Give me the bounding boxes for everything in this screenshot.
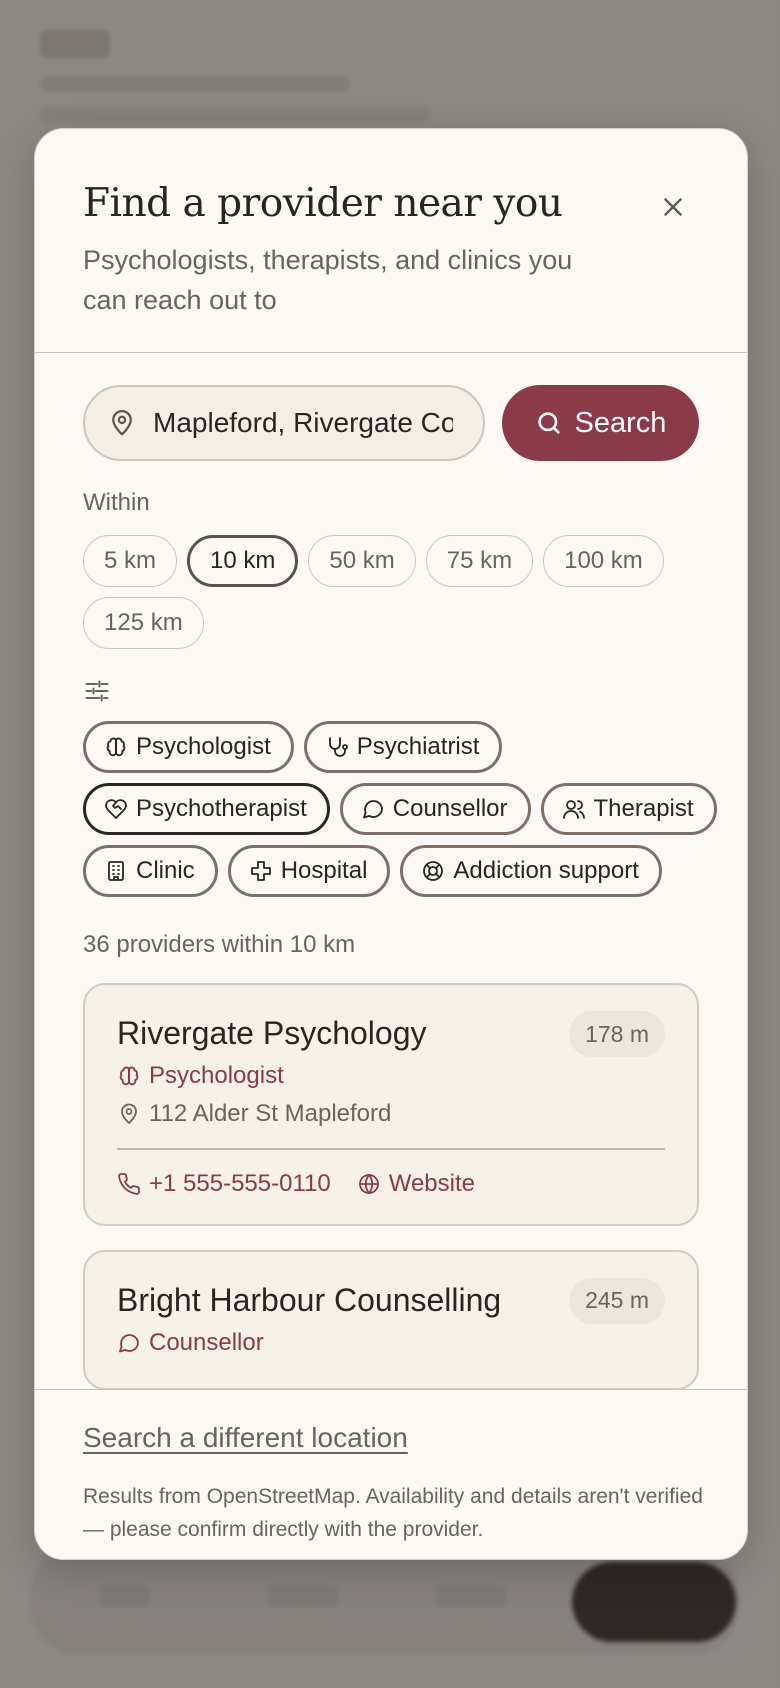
provider-card[interactable]: Bright Harbour Counselling 245 m Counsel… xyxy=(83,1249,699,1390)
type-chip-label: Hospital xyxy=(280,857,368,884)
data-source-note: Results from OpenStreetMap. Availability… xyxy=(83,1485,703,1541)
brain-icon xyxy=(106,737,126,757)
type-chip-hospital[interactable]: Hospital xyxy=(227,845,391,897)
building-icon xyxy=(108,861,124,881)
radius-chip-125[interactable]: 125 km xyxy=(83,597,204,649)
brain-icon xyxy=(119,1066,139,1086)
modal-footer: Search a different location Results from… xyxy=(35,1389,747,1559)
sliders-icon xyxy=(83,677,113,707)
close-button[interactable] xyxy=(655,189,691,225)
card-divider xyxy=(117,1148,665,1150)
message-circle-icon xyxy=(362,800,383,819)
type-chip-label: Therapist xyxy=(593,795,694,822)
life-buoy-icon xyxy=(423,861,444,881)
radius-chip-10[interactable]: 10 km xyxy=(187,535,299,587)
modal-subtitle: Psychologists, therapists, and clinics y… xyxy=(83,245,573,315)
type-chip-label: Psychotherapist xyxy=(136,795,307,822)
distance-badge: 178 m xyxy=(569,1011,665,1057)
provider-type-label: Counsellor xyxy=(149,1328,264,1356)
message-circle-icon xyxy=(119,1333,139,1352)
type-chip-label: Clinic xyxy=(136,857,195,884)
radius-chips: 5 km 10 km 50 km 75 km 100 km 125 km xyxy=(83,535,703,649)
type-chip-clinic[interactable]: Clinic xyxy=(83,845,218,897)
users-icon xyxy=(562,800,585,819)
type-chip-addiction-support[interactable]: Addiction support xyxy=(400,845,662,897)
provider-finder-modal: Find a provider near you Psychologists, … xyxy=(34,128,748,1560)
type-chip-label: Psychologist xyxy=(136,733,271,760)
distance-badge: 245 m xyxy=(569,1277,665,1324)
background-tab xyxy=(436,1585,506,1607)
website-label: Website xyxy=(388,1169,475,1197)
phone-icon xyxy=(118,1172,140,1195)
search-button-label: Search xyxy=(574,406,667,439)
type-chip-psychotherapist[interactable]: Psychotherapist xyxy=(83,783,330,835)
type-chip-label: Addiction support xyxy=(453,857,639,884)
map-pin-icon xyxy=(112,410,132,436)
close-icon xyxy=(664,198,682,216)
search-button[interactable]: Search xyxy=(502,385,699,461)
phone-number: +1 555-555-0110 xyxy=(149,1169,331,1197)
background-primary-pill xyxy=(572,1562,736,1642)
provider-address: 112 Alder St Mapleford xyxy=(117,1100,665,1128)
globe-icon xyxy=(358,1173,379,1194)
map-pin-icon xyxy=(121,1103,137,1124)
background-line xyxy=(40,76,350,92)
background-title xyxy=(40,30,110,58)
provider-address-text: 112 Alder St Mapleford xyxy=(149,1100,392,1127)
cross-icon xyxy=(250,861,271,881)
type-chip-counsellor[interactable]: Counsellor xyxy=(339,783,531,835)
location-field[interactable] xyxy=(83,385,485,461)
provider-type: Counsellor xyxy=(117,1329,665,1357)
card-actions: +1 555-555-0110 Website xyxy=(117,1170,665,1198)
background-tab xyxy=(268,1585,338,1607)
modal-header: Find a provider near you Psychologists, … xyxy=(35,129,747,353)
modal-body: Search Within 5 km 10 km 50 km 75 km 100… xyxy=(35,353,747,1391)
location-input[interactable] xyxy=(153,407,453,439)
provider-type: Psychologist xyxy=(117,1062,665,1090)
call-link[interactable]: +1 555-555-0110 xyxy=(117,1170,331,1198)
provider-type-chips: Psychologist Psychiatrist Psychotherapis… xyxy=(83,721,723,897)
provider-type-label: Psychologist xyxy=(149,1062,284,1089)
stethoscope-icon xyxy=(328,737,348,757)
radius-chip-50[interactable]: 50 km xyxy=(308,535,416,587)
website-link[interactable]: Website xyxy=(357,1170,475,1198)
type-chip-psychiatrist[interactable]: Psychiatrist xyxy=(303,721,503,773)
background-tab xyxy=(100,1585,150,1607)
search-different-location-link[interactable]: Search a different location xyxy=(83,1422,699,1454)
radius-chip-75[interactable]: 75 km xyxy=(425,535,534,587)
radius-chip-5[interactable]: 5 km xyxy=(83,535,178,587)
radius-label: Within xyxy=(83,489,150,516)
provider-card[interactable]: Rivergate Psychology 178 m Psychologist … xyxy=(83,983,699,1226)
search-icon xyxy=(537,412,560,434)
search-row: Search xyxy=(83,385,699,461)
type-chip-label: Counsellor xyxy=(392,795,508,822)
type-chip-psychologist[interactable]: Psychologist xyxy=(83,721,294,773)
results-count: 36 providers within 10 km xyxy=(83,931,356,958)
radius-chip-100[interactable]: 100 km xyxy=(543,535,664,587)
type-chip-label: Psychiatrist xyxy=(356,733,480,760)
background-line xyxy=(40,106,430,122)
modal-title: Find a provider near you xyxy=(83,181,563,226)
heart-handshake-icon xyxy=(105,799,127,819)
type-chip-therapist[interactable]: Therapist xyxy=(540,783,717,835)
